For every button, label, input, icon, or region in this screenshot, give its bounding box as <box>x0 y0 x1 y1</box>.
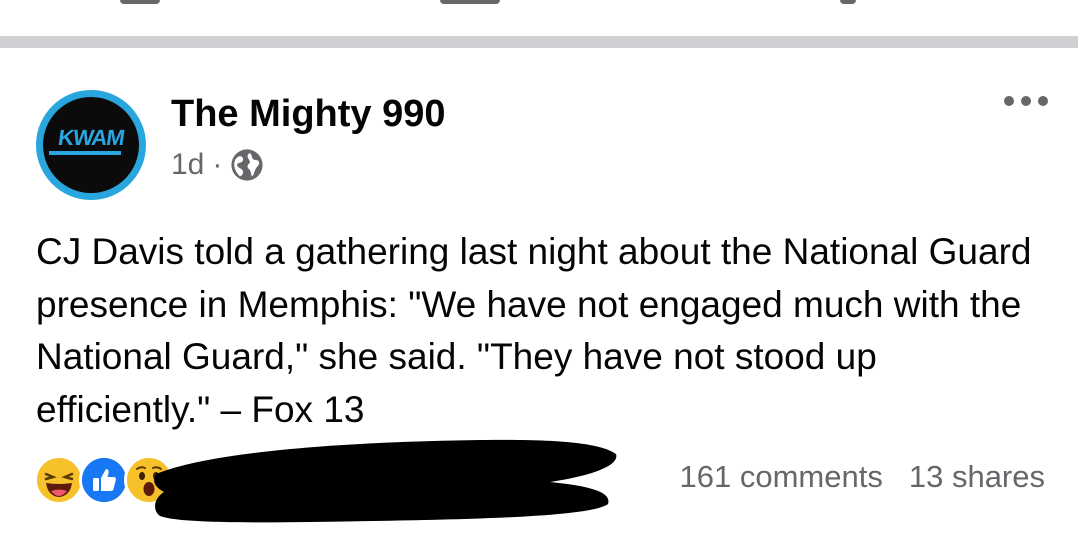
meta-separator: · <box>212 148 223 181</box>
globe-icon <box>231 149 263 181</box>
engagement-counts: 161 comments 13 shares <box>680 459 1045 495</box>
nav-icon-fragment[interactable] <box>440 0 500 4</box>
top-nav-bar <box>0 0 1078 36</box>
more-dot <box>1038 96 1048 106</box>
feed-divider <box>0 36 1078 48</box>
more-dot <box>1021 96 1031 106</box>
comments-count-link[interactable]: 161 comments <box>680 459 883 495</box>
more-dot <box>1004 96 1014 106</box>
shares-count-link[interactable]: 13 shares <box>909 459 1045 495</box>
nav-icon-fragment[interactable] <box>120 0 160 4</box>
page-name-link[interactable]: The Mighty 990 <box>171 92 446 136</box>
post-body-text: CJ Davis told a gathering last night abo… <box>36 231 1032 430</box>
more-options-icon[interactable] <box>1004 96 1048 106</box>
post-meta: 1d · <box>171 147 264 183</box>
avatar-logo-text: KWAM <box>56 125 126 150</box>
nav-icon-fragment[interactable] <box>840 0 856 4</box>
avatar-logo: KWAM <box>43 97 139 193</box>
page-avatar[interactable]: KWAM <box>36 90 146 200</box>
post-timestamp[interactable]: 1d <box>171 148 204 182</box>
haha-reaction-icon <box>34 455 84 505</box>
redaction-scribble <box>154 439 617 523</box>
like-reaction-icon <box>79 455 129 505</box>
avatar-logo-strip <box>49 151 121 155</box>
